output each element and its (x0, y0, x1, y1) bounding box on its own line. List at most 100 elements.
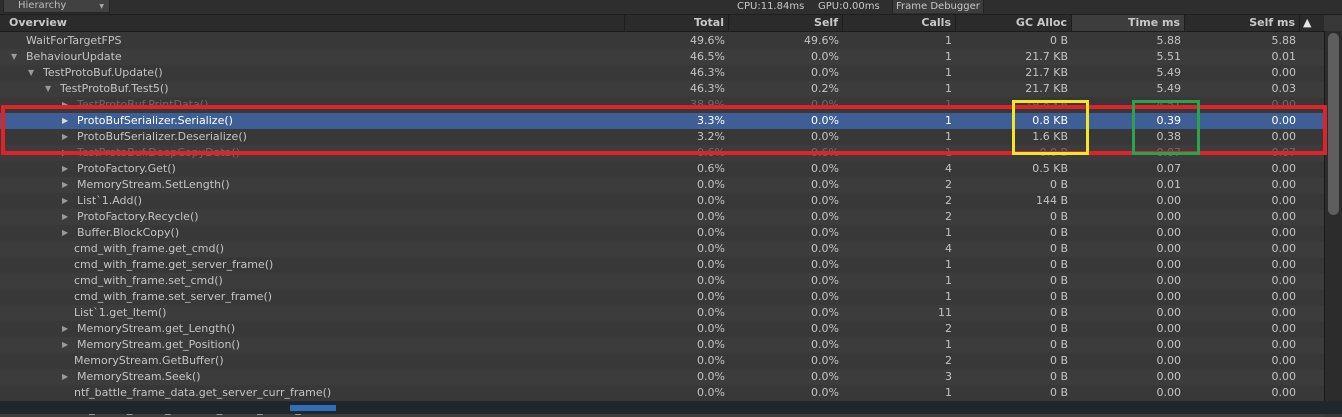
tree-row[interactable]: ▶ MemoryStream.Seek() 0.0% 0.0% 3 0 B 0.00 0.00 (0, 369, 1324, 385)
function-name: TestProtoBuf.Test5() (60, 82, 169, 95)
call-count: 2 (945, 178, 952, 191)
tree-row[interactable]: cmd_with_frame.get_cmd() 0.0% 0.0% 4 0 B 0.00… (0, 241, 1324, 257)
column-calls[interactable]: Calls (843, 15, 956, 31)
tree-row[interactable]: MemoryStream.GetBuffer() 0.0% 0.0% 2 0 B 0.00… (0, 353, 1324, 369)
total-percent: 0.0% (697, 354, 725, 367)
frame-debugger-label: Frame Debugger (896, 1, 980, 12)
function-name: cmd_with_frame.get_server_frame() (74, 258, 274, 271)
column-self[interactable]: Self (729, 15, 843, 31)
foldout-collapsed-icon[interactable]: ▶ (62, 225, 68, 241)
self-percent: 0.0% (811, 178, 839, 191)
self-percent: 0.0% (811, 322, 839, 335)
tree-row[interactable]: ▶ ProtoFactory.Get() 0.6% 0.0% 4 0.5 KB 0.07 0.… (0, 161, 1324, 177)
time-ms-value: 0.00 (1156, 338, 1182, 351)
foldout-expanded-icon[interactable]: ▼ (28, 65, 34, 81)
view-mode-dropdown[interactable]: Hierarchy ▼ (3, 0, 110, 13)
tree-row[interactable]: ▶ MemoryStream.SetLength() 0.0% 0.0% 2 0 B 0.0… (0, 177, 1324, 193)
scrollbar-thumb[interactable] (1328, 33, 1339, 215)
self-percent: 0.0% (811, 162, 839, 175)
time-ms-value: 5.88 (1156, 34, 1182, 47)
total-percent: 0.0% (697, 226, 725, 239)
cpu-time-label: CPU:11.84ms (737, 1, 805, 12)
foldout-expanded-icon[interactable]: ▼ (11, 49, 17, 65)
call-count: 4 (945, 162, 952, 175)
call-count: 1 (945, 274, 952, 287)
function-name: ProtoFactory.Get() (77, 162, 176, 175)
column-time-ms[interactable]: Time ms (1072, 15, 1185, 31)
time-ms-value: 0.07 (1156, 162, 1182, 175)
self-percent: 0.2% (811, 82, 839, 95)
self-ms-value: 5.88 (1271, 34, 1297, 47)
tree-row[interactable]: ▼ TestProtoBuf.Update() 46.3% 0.0% 1 21.7 KB 5… (0, 65, 1324, 81)
foldout-expanded-icon[interactable]: ▼ (45, 81, 51, 97)
tree-row[interactable]: cmd_with_frame.set_server_frame() 0.0% 0.0… (0, 289, 1324, 305)
foldout-collapsed-icon[interactable]: ▶ (62, 369, 68, 385)
horizontal-scrollbar-thumb[interactable] (290, 405, 336, 411)
time-ms-value: 0.01 (1156, 178, 1182, 191)
call-count: 1 (945, 226, 952, 239)
tree-row[interactable]: ▶ ProtoFactory.Recycle() 0.0% 0.0% 2 0 B 0.00 0… (0, 209, 1324, 225)
horizontal-scrollbar[interactable] (0, 401, 1342, 414)
function-name: ProtoFactory.Recycle() (77, 210, 199, 223)
function-name: cmd_with_frame.set_server_frame() (74, 290, 273, 303)
self-percent: 0.0% (811, 370, 839, 383)
tree-row[interactable]: ▶ Buffer.BlockCopy() 0.0% 0.0% 1 0 B 0.00 0.00 (0, 225, 1324, 241)
gc-alloc-value: 0 B (1049, 306, 1068, 319)
total-percent: 0.0% (697, 194, 725, 207)
call-count: 1 (945, 50, 952, 63)
time-ms-value: 0.00 (1156, 194, 1182, 207)
tree-row[interactable]: ▶ MemoryStream.get_Position() 0.0% 0.0% 1 0 B… (0, 337, 1324, 353)
total-percent: 0.0% (697, 178, 725, 191)
tree-row[interactable]: cmd_with_frame.get_server_frame() 0.0% 0.0… (0, 257, 1324, 273)
sort-ascending-icon[interactable]: ▲ (1303, 17, 1311, 29)
highlight-gc-alloc-box (1012, 100, 1089, 155)
column-gc-alloc[interactable]: GC Alloc (956, 15, 1072, 31)
foldout-collapsed-icon[interactable]: ▶ (62, 321, 68, 337)
total-percent: 0.0% (697, 242, 725, 255)
tree-row[interactable]: ntf_battle_frame_data.get_server_curr_fr… (0, 385, 1324, 401)
call-count: 4 (945, 242, 952, 255)
self-percent: 0.0% (811, 274, 839, 287)
highlight-time-box (1132, 100, 1200, 155)
call-count: 2 (945, 354, 952, 367)
time-ms-value: 0.00 (1156, 210, 1182, 223)
self-ms-value: 0.00 (1271, 354, 1297, 367)
tree-row[interactable]: WaitForTargetFPS 49.6% 49.6% 1 0 B 5.88 5.88 (0, 33, 1324, 49)
column-total[interactable]: Total (625, 15, 729, 31)
frame-debugger-button[interactable]: Frame Debugger (892, 0, 984, 13)
function-name: TestProtoBuf.Update() (43, 66, 163, 79)
time-ms-value: 0.00 (1156, 354, 1182, 367)
gc-alloc-value: 144 B (1035, 194, 1068, 207)
dropdown-arrow-icon: ▼ (99, 3, 104, 10)
self-percent: 0.0% (811, 242, 839, 255)
gc-alloc-value: 0 B (1049, 322, 1068, 335)
foldout-collapsed-icon[interactable]: ▶ (62, 193, 68, 209)
total-percent: 46.3% (690, 66, 725, 79)
tree-row[interactable]: ▶ MemoryStream.get_Length() 0.0% 0.0% 2 0 B 0.… (0, 321, 1324, 337)
tree-row[interactable]: ▶ List`1.Add() 0.0% 0.0% 2 144 B 0.00 0.00 (0, 193, 1324, 209)
total-percent: 0.6% (697, 162, 725, 175)
total-percent: 0.0% (697, 306, 725, 319)
self-ms-value: 0.00 (1271, 386, 1297, 399)
gc-alloc-value: 0 B (1049, 242, 1068, 255)
view-mode-label: Hierarchy (18, 0, 67, 11)
call-count: 1 (945, 82, 952, 95)
foldout-collapsed-icon[interactable]: ▶ (62, 161, 68, 177)
tree-row[interactable]: ▼ TestProtoBuf.Test5() 46.3% 0.2% 1 21.7 KB 5.… (0, 81, 1324, 97)
tree-row[interactable]: ▼ BehaviourUpdate 46.5% 0.0% 1 21.7 KB 5.51 0.0… (0, 49, 1324, 65)
self-ms-value: 0.01 (1271, 50, 1297, 63)
gc-alloc-value: 0 B (1049, 274, 1068, 287)
column-overview[interactable]: Overview (0, 15, 625, 31)
foldout-collapsed-icon[interactable]: ▶ (62, 209, 68, 225)
function-name: List`1.get_Item() (74, 306, 167, 319)
gc-alloc-value: 0 B (1049, 290, 1068, 303)
foldout-collapsed-icon[interactable]: ▶ (62, 337, 68, 353)
tree-row[interactable]: List`1.get_Item() 0.0% 0.0% 11 0 B 0.00 0.00 (0, 305, 1324, 321)
foldout-collapsed-icon[interactable]: ▶ (62, 177, 68, 193)
column-self-ms[interactable]: Self ms (1185, 15, 1300, 31)
call-count: 3 (945, 370, 952, 383)
tree-row[interactable]: cmd_with_frame.set_cmd() 0.0% 0.0% 1 0 B 0.00… (0, 273, 1324, 289)
vertical-scrollbar[interactable] (1324, 31, 1342, 401)
total-percent: 49.6% (690, 34, 725, 47)
total-percent: 0.0% (697, 274, 725, 287)
